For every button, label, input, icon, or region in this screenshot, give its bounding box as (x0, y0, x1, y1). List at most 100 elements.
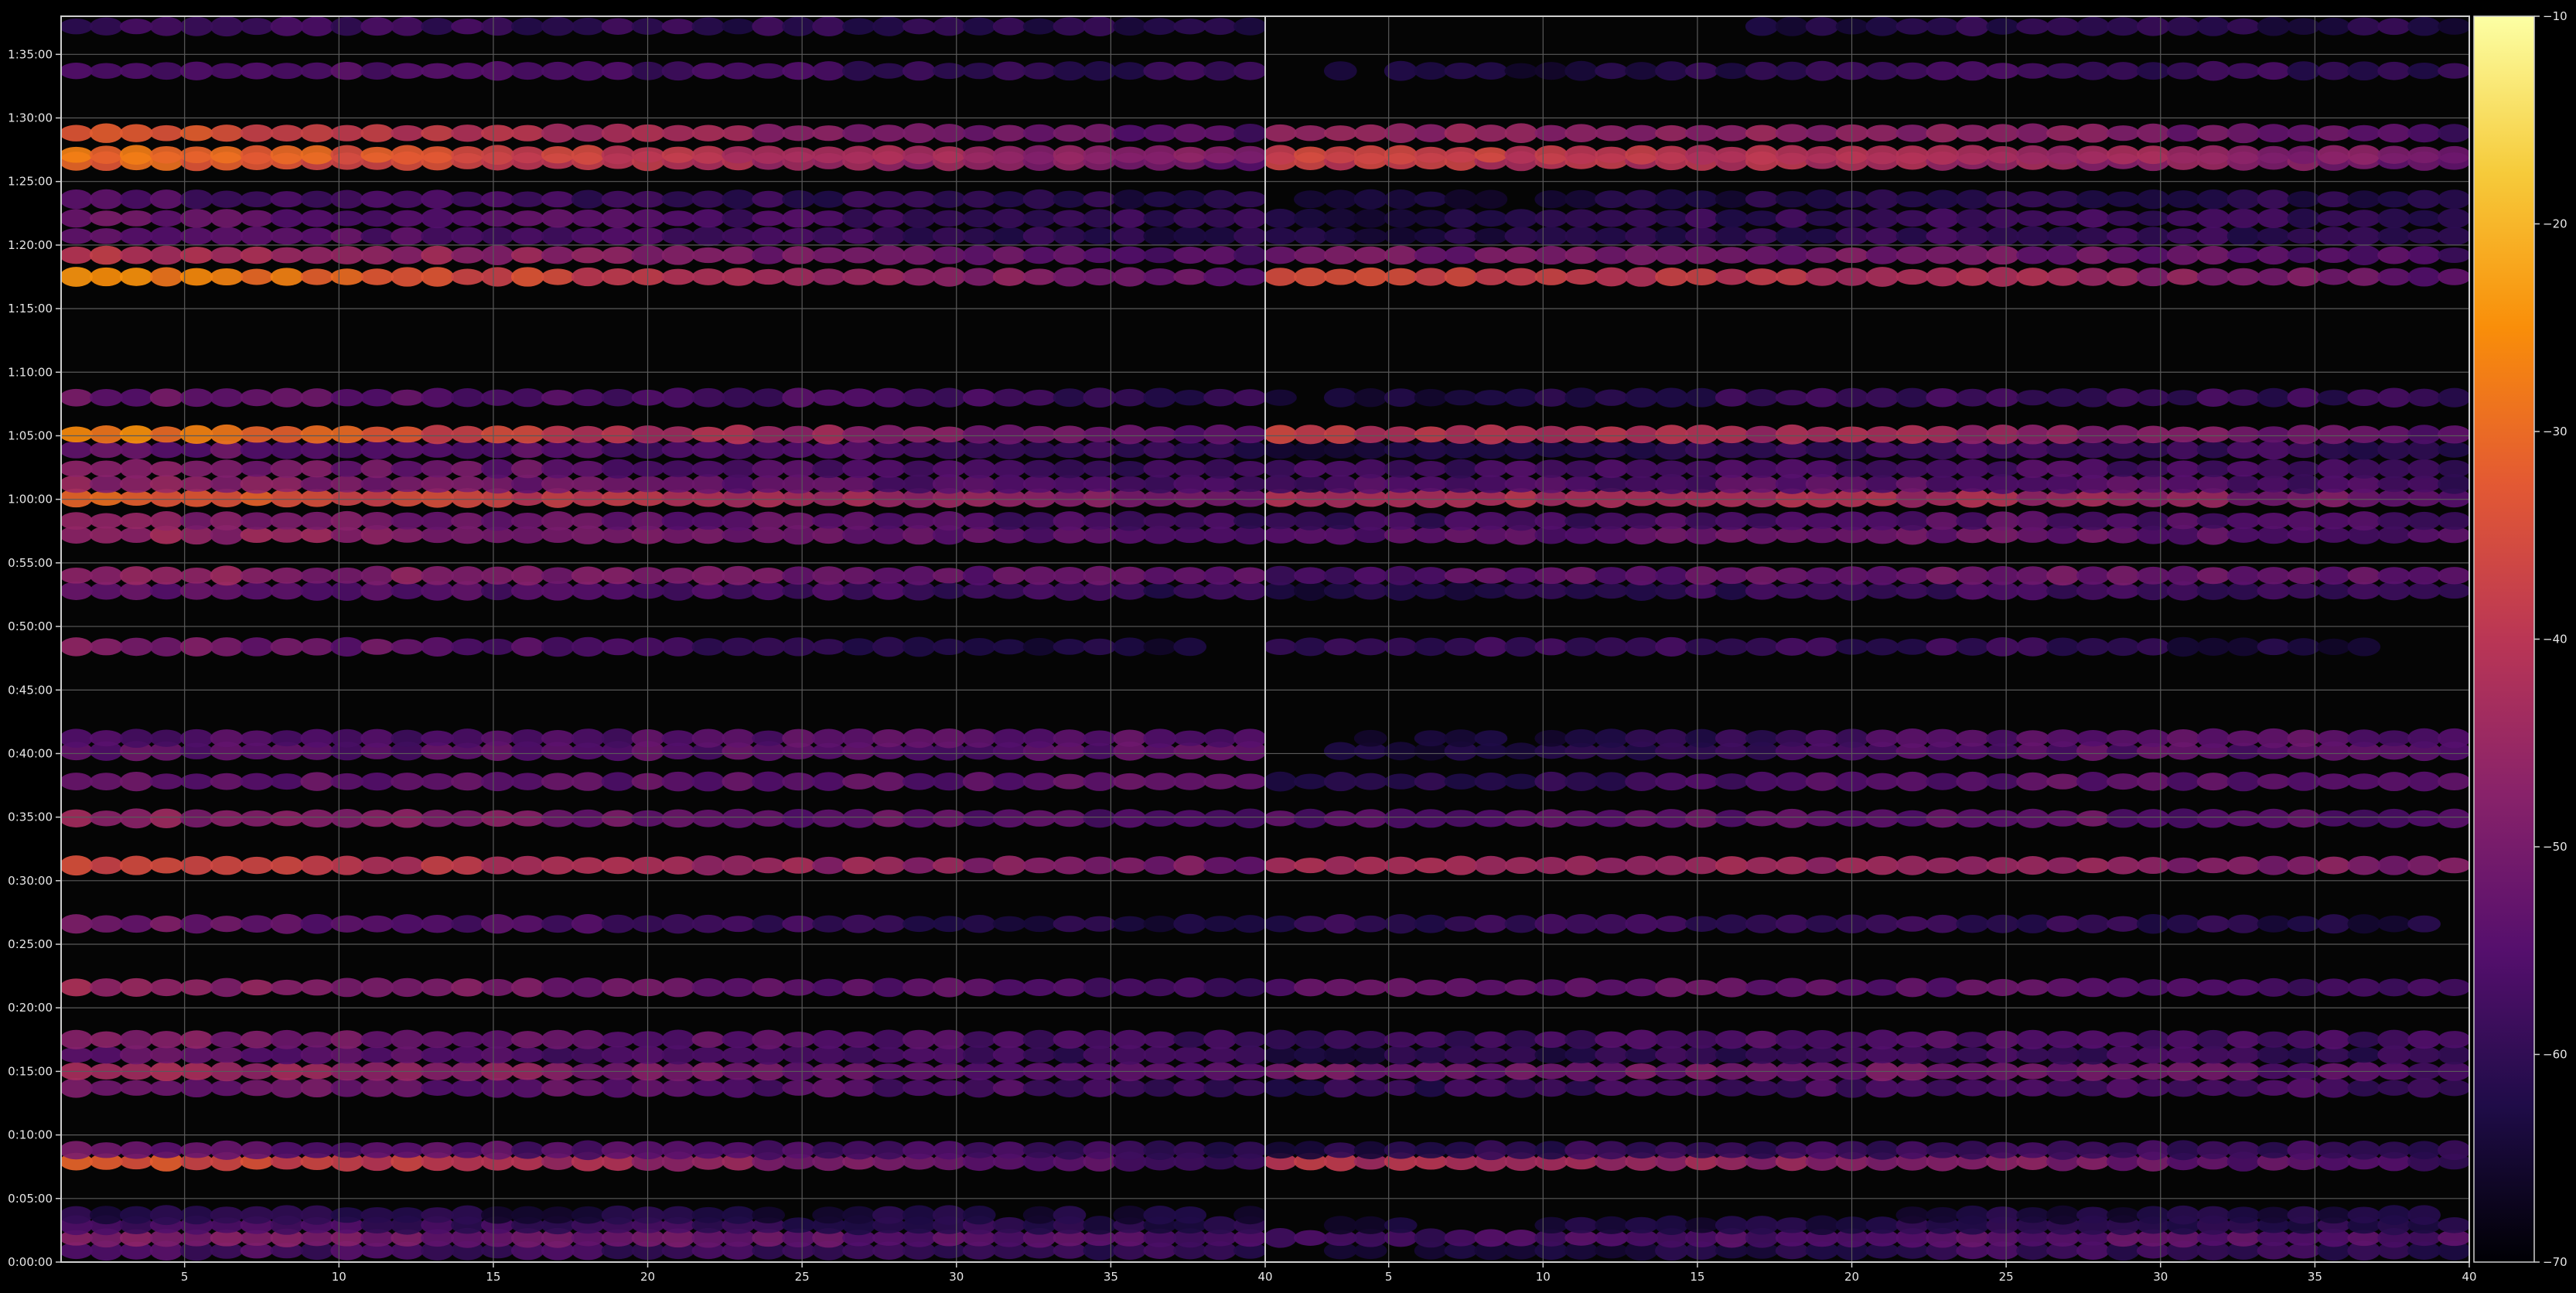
heatmap-cell (1353, 246, 1387, 264)
heatmap-cell (601, 18, 635, 35)
heatmap-cell (2136, 638, 2170, 656)
heatmap-cell (902, 728, 936, 749)
x-tick-label: 35 (2308, 1270, 2322, 1284)
heatmap-cell (2166, 125, 2200, 142)
heatmap-cell (1294, 208, 1327, 228)
heatmap-cell (451, 810, 484, 827)
heatmap-cell (2166, 1030, 2200, 1049)
heatmap-cell (1895, 582, 1929, 599)
heatmap-cell (1595, 1216, 1629, 1234)
heatmap-cell (1474, 810, 1508, 827)
heatmap-cell (1805, 979, 1839, 996)
heatmap-cell (1685, 582, 1718, 599)
heatmap-cell (2377, 978, 2411, 997)
heatmap-cell (1444, 729, 1478, 748)
heatmap-cell (481, 61, 514, 81)
heatmap-cell (1595, 728, 1629, 749)
heatmap-cell (481, 978, 514, 996)
heatmap-cell (1745, 730, 1779, 747)
heatmap-cell (330, 189, 364, 209)
heatmap-cell (1655, 1030, 1688, 1049)
heatmap-cell (1353, 209, 1387, 228)
heatmap-cell (902, 145, 936, 165)
heatmap-cell (2377, 512, 2411, 531)
heatmap-cell (360, 1206, 394, 1223)
heatmap-cell (240, 145, 274, 165)
heatmap-cell (992, 1079, 1026, 1097)
heatmap-cell (2226, 1046, 2260, 1064)
heatmap-cell (1233, 268, 1265, 286)
heatmap-cell (1474, 582, 1508, 599)
heatmap-cell (1986, 773, 2020, 790)
heatmap-cell (391, 639, 424, 655)
heatmap-cell (691, 1046, 725, 1063)
y-tick-label: 0:10:00 (8, 1128, 53, 1142)
heatmap-cell (1444, 810, 1478, 827)
heatmap-cell (2046, 1031, 2080, 1049)
heatmap-cell (1444, 425, 1478, 444)
heatmap-cell (421, 978, 454, 997)
heatmap-cell (240, 637, 274, 657)
heatmap-cell (1986, 914, 2020, 933)
heatmap-cell (300, 1141, 334, 1158)
heatmap-cell (1323, 512, 1357, 530)
heatmap-cell (752, 227, 786, 246)
heatmap-cell (1625, 729, 1659, 748)
heatmap-cell (1865, 565, 1899, 585)
heatmap-cell (541, 773, 575, 790)
heatmap-cell (812, 1206, 845, 1224)
heatmap-cell (1685, 856, 1718, 875)
heatmap-cell (1414, 268, 1448, 286)
heatmap-cell (1956, 227, 1990, 246)
heatmap-cell (722, 268, 756, 286)
heatmap-cell (1775, 145, 1809, 165)
heatmap-cell (1053, 978, 1087, 997)
heatmap-cell (1655, 855, 1688, 875)
heatmap-cell (1173, 773, 1207, 790)
heatmap-cell (2166, 440, 2200, 460)
heatmap-cell (1414, 191, 1448, 207)
heatmap-cell (240, 915, 274, 933)
heatmap-cell (2317, 1077, 2351, 1098)
heatmap-cell (481, 441, 514, 459)
x-tick-label: 40 (2462, 1270, 2476, 1284)
heatmap-cell (1022, 1046, 1056, 1063)
heatmap-cell (962, 978, 996, 997)
heatmap-cell (1233, 1031, 1265, 1048)
heatmap-cell (1113, 809, 1147, 828)
heatmap-cell (330, 510, 364, 531)
heatmap-cell (812, 389, 845, 406)
heatmap-cell (1474, 1046, 1508, 1063)
heatmap-cell (1113, 916, 1147, 932)
heatmap-cell (842, 728, 875, 749)
heatmap-cell (1625, 459, 1659, 479)
heatmap-cell (1655, 513, 1688, 530)
heatmap-cell (872, 856, 906, 875)
heatmap-cell (1143, 247, 1177, 264)
heatmap-cell (1444, 511, 1478, 531)
heatmap-cell (1534, 145, 1568, 165)
heatmap-cell (149, 511, 183, 531)
heatmap-cell (1956, 566, 1990, 585)
heatmap-cell (1504, 1030, 1538, 1049)
heatmap-cell (1956, 245, 1990, 265)
x-tick-label: 25 (1999, 1270, 2014, 1284)
heatmap-cell (1745, 389, 1779, 407)
heatmap-cell (722, 18, 756, 35)
heatmap-cell (1053, 61, 1087, 81)
heatmap-cell (240, 1030, 274, 1049)
heatmap-cell (571, 145, 605, 165)
y-tick-label: 0:00:00 (8, 1255, 53, 1269)
heatmap-cell (1053, 210, 1087, 227)
heatmap-cell (1655, 210, 1688, 227)
heatmap-cell (2347, 389, 2381, 407)
heatmap-cell (1353, 189, 1387, 210)
heatmap-cell (1203, 267, 1237, 287)
heatmap-cell (2226, 979, 2260, 996)
heatmap-cell (481, 772, 514, 792)
heatmap-cell (1685, 125, 1718, 142)
heatmap-cell (661, 856, 695, 875)
heatmap-cell (2016, 1029, 2050, 1049)
heatmap-cell (932, 1141, 966, 1160)
heatmap-cell (1474, 730, 1508, 747)
